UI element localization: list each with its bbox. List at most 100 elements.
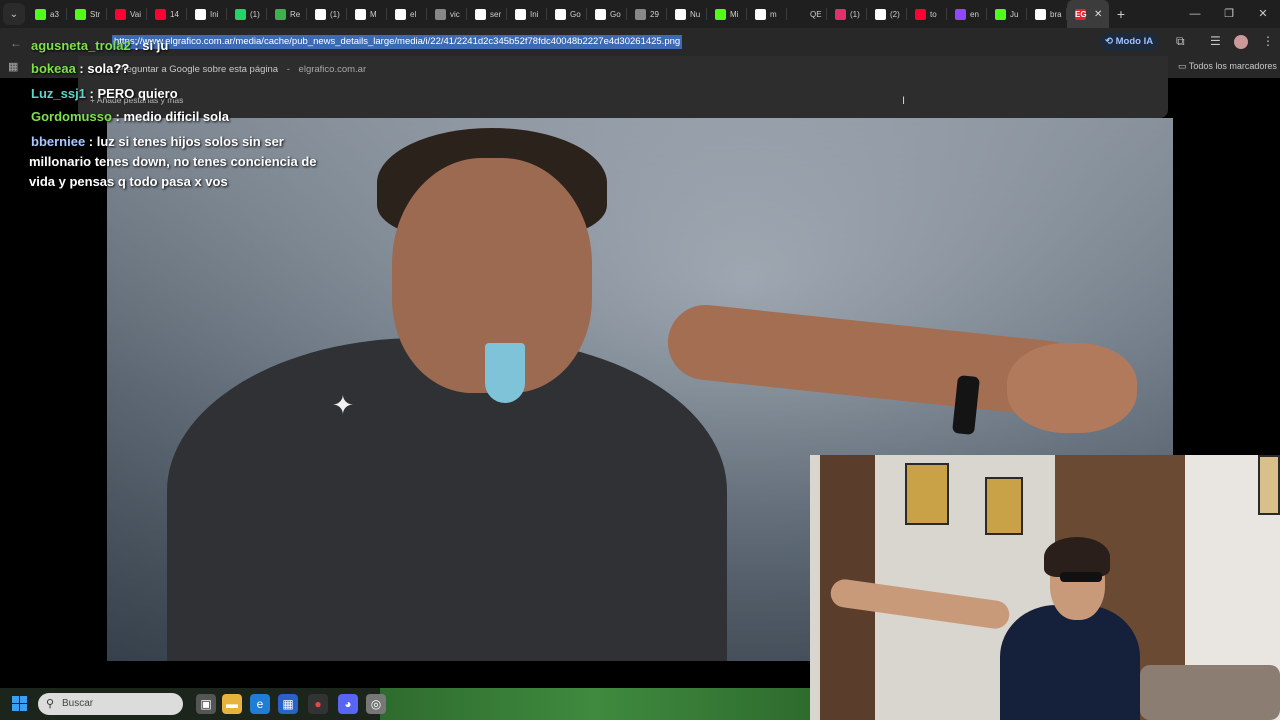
tab-label: el xyxy=(410,9,417,19)
browser-tab[interactable]: (2) xyxy=(867,0,907,28)
windows-start-icon[interactable] xyxy=(12,696,28,712)
task-view-icon[interactable]: ▣ xyxy=(196,694,216,714)
browser-tab[interactable]: Vai xyxy=(107,0,147,28)
tab-search-button[interactable]: ⌄ xyxy=(3,3,25,25)
browser-tab[interactable]: Re xyxy=(267,0,307,28)
browser-tab[interactable]: QE xyxy=(787,0,827,28)
plus-icon: + xyxy=(1116,6,1126,22)
streamer-hair xyxy=(1044,537,1110,577)
browser-tab[interactable]: el xyxy=(387,0,427,28)
tab-label: M xyxy=(370,9,377,19)
coach-hand xyxy=(1007,343,1137,433)
poster-left xyxy=(905,463,949,525)
back-icon[interactable]: ← xyxy=(10,36,22,50)
tab-label: Go xyxy=(610,9,621,19)
profile-avatar[interactable] xyxy=(1234,35,1248,49)
puzzle-icon xyxy=(275,8,286,20)
edge-icon[interactable]: e xyxy=(250,694,270,714)
all-bookmarks-label: Todos los marcadores xyxy=(1188,61,1277,71)
minimize-icon[interactable]: — xyxy=(1178,0,1212,28)
tab-label: Vai xyxy=(130,9,141,19)
search-icon: ⚲ xyxy=(46,698,55,710)
browser-tab[interactable]: Ini xyxy=(187,0,227,28)
globe-icon xyxy=(635,8,646,20)
tab-label: (1) xyxy=(850,9,860,19)
taskbar-search[interactable]: ⚲ Buscar xyxy=(38,693,183,715)
address-bar-url[interactable]: https://www.elgrafico.com.ar/media/cache… xyxy=(112,35,683,49)
browser-tab[interactable]: (1) xyxy=(827,0,867,28)
browser-tab[interactable]: Ju xyxy=(987,0,1027,28)
kappa-logo-icon: ✦ xyxy=(332,390,354,420)
browser-tab[interactable]: Str xyxy=(67,0,107,28)
browser-tab[interactable]: en xyxy=(947,0,987,28)
suggestion-domain: elgrafico.com.ar xyxy=(298,64,367,75)
tiktok-icon xyxy=(875,8,886,20)
browser-tab[interactable]: Mi xyxy=(707,0,747,28)
browser-tab[interactable]: vic xyxy=(427,0,467,28)
browser-tab[interactable]: bra xyxy=(1027,0,1067,28)
page-bottom xyxy=(0,661,810,688)
browser-tab[interactable]: m xyxy=(747,0,787,28)
whatsapp-icon xyxy=(235,8,246,20)
chat-username[interactable]: Gordomusso xyxy=(31,109,112,124)
all-bookmarks-button[interactable]: ▭ Todos los marcadores xyxy=(1178,61,1277,72)
apps-grid-icon[interactable]: ▦ xyxy=(8,60,18,73)
chevron-down-icon: ⌄ xyxy=(9,8,19,20)
browser-tab[interactable]: M xyxy=(347,0,387,28)
close-icon[interactable]: ✕ xyxy=(1246,0,1280,28)
google-icon xyxy=(595,8,606,20)
browser-tab-active[interactable]: EG ✕ xyxy=(1067,0,1109,28)
new-tab-button[interactable]: + xyxy=(1109,6,1133,22)
youtube-icon xyxy=(155,8,166,20)
maximize-icon[interactable]: ❐ xyxy=(1212,0,1246,28)
browser-tab[interactable]: Go xyxy=(547,0,587,28)
tab-label: Nu xyxy=(690,9,701,19)
extensions-icon[interactable]: ⧉ xyxy=(1176,34,1185,49)
sparkle-search-icon: ⟲ xyxy=(1105,36,1116,47)
poster-edge xyxy=(1258,455,1280,515)
omnibox-suggestion[interactable]: Preguntar a Google sobre esta página - e… xyxy=(117,64,366,75)
tab-label: Re xyxy=(290,9,301,19)
globe-icon xyxy=(435,8,446,20)
tab-label: bra xyxy=(1050,9,1062,19)
browser-tab[interactable]: to xyxy=(907,0,947,28)
store-icon[interactable]: ▦ xyxy=(278,694,298,714)
tab-label: (1) xyxy=(330,9,340,19)
google-icon xyxy=(395,8,406,20)
discord-icon[interactable]: ◕ xyxy=(338,694,358,714)
file-explorer-icon[interactable]: ▬ xyxy=(222,694,242,714)
tiktok-icon xyxy=(315,8,326,20)
modo-ia-label: Modo IA xyxy=(1115,36,1154,47)
modo-ia-button[interactable]: ⟲ Modo IA xyxy=(1100,33,1159,51)
browser-tab[interactable]: 14 xyxy=(147,0,187,28)
chat-text: si ju xyxy=(142,38,169,53)
chat-username[interactable]: bokeaa xyxy=(31,61,76,76)
kick-icon xyxy=(995,8,1006,20)
elgrafico-icon: EG xyxy=(1075,8,1087,20)
chrome-icon[interactable]: ◎ xyxy=(366,694,386,714)
chat-username[interactable]: agusneta_trola2 xyxy=(31,38,131,53)
browser-tab[interactable]: Ini xyxy=(507,0,547,28)
browser-tab[interactable]: a3 xyxy=(27,0,67,28)
menu-dots-icon[interactable]: ⋮ xyxy=(1262,34,1274,48)
chat-text: medio dificil sola xyxy=(123,109,229,124)
kick-icon xyxy=(75,8,86,20)
background-stream-field xyxy=(380,688,810,720)
obs-icon[interactable]: ● xyxy=(308,694,328,714)
tab-label: Ini xyxy=(530,9,539,19)
media-controls-icon[interactable]: ☰ xyxy=(1210,34,1221,48)
browser-tab[interactable]: ser xyxy=(467,0,507,28)
chat-username[interactable]: Luz_ssj1 xyxy=(31,86,86,101)
x-icon xyxy=(195,8,206,20)
instagram-icon xyxy=(835,8,846,20)
suggestion-text: Preguntar a Google sobre esta página xyxy=(117,64,279,75)
chat-message: bberniee : luz si tenes hijos solos sin … xyxy=(29,132,344,192)
browser-tab[interactable]: (1) xyxy=(307,0,347,28)
browser-tab[interactable]: 29 xyxy=(627,0,667,28)
browser-tab[interactable]: (1) xyxy=(227,0,267,28)
poster-right xyxy=(985,477,1023,535)
chat-username[interactable]: bberniee xyxy=(31,134,85,149)
close-tab-icon[interactable]: ✕ xyxy=(1094,9,1102,20)
browser-tab[interactable]: Go xyxy=(587,0,627,28)
browser-tab[interactable]: Nu xyxy=(667,0,707,28)
